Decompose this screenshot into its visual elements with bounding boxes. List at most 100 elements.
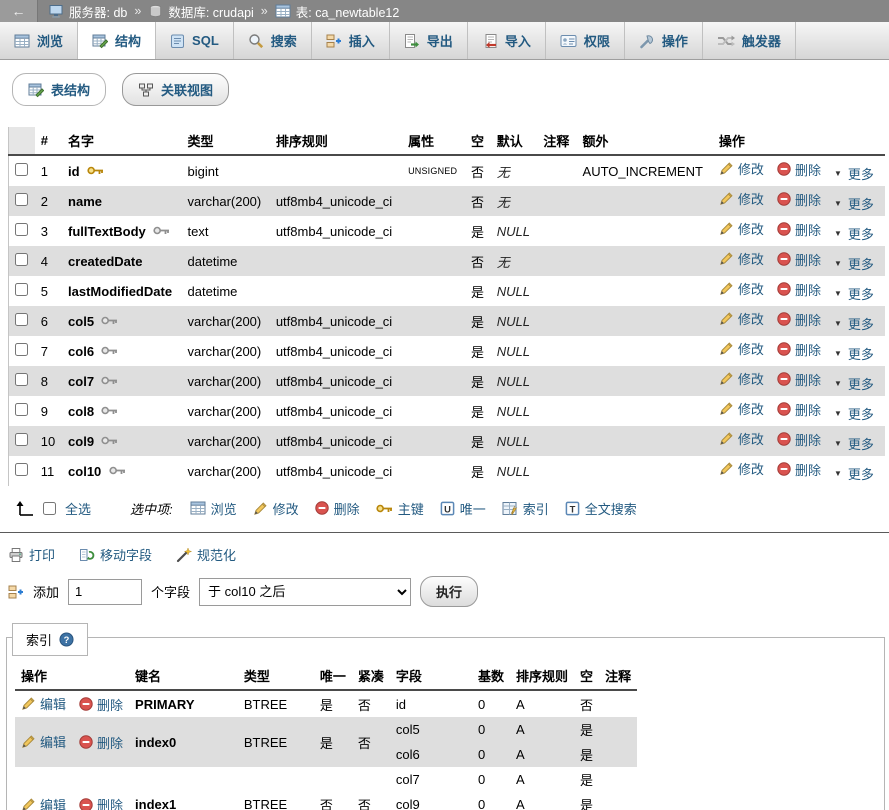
import-icon [482,33,498,49]
more-link[interactable]: ▼更多 [834,254,874,273]
change-link[interactable]: 修改 [719,369,764,388]
index-edit-link[interactable]: 编辑 [21,732,66,751]
check-all-link[interactable]: 全选 [65,499,91,518]
selected-action-browse[interactable]: 浏览 [190,499,237,518]
more-link[interactable]: ▼更多 [834,374,874,393]
change-link[interactable]: 修改 [719,219,764,238]
tool-print[interactable]: 打印 [8,545,55,564]
add-field-count-input[interactable] [68,579,142,605]
change-link[interactable]: 修改 [719,189,764,208]
more-link[interactable]: ▼更多 [834,224,874,243]
more-link[interactable]: ▼更多 [834,344,874,363]
back-button[interactable]: ← [0,0,38,22]
more-link[interactable]: ▼更多 [834,434,874,453]
column-collation: utf8mb4_unicode_ci [270,306,402,336]
row-checkbox[interactable] [15,433,28,446]
tab-table-structure[interactable]: 表结构 [12,73,106,106]
index-drop-link[interactable]: 删除 [79,695,123,714]
selected-action-primary[interactable]: 主键 [376,499,424,518]
drop-link[interactable]: 删除 [777,310,821,329]
change-link[interactable]: 修改 [719,399,764,418]
index-type: BTREE [238,690,314,717]
indexes-title: 索引 [26,630,52,649]
check-all-checkbox[interactable] [43,502,56,515]
table-icon [275,4,291,18]
selected-action-index[interactable]: 索引 [502,499,549,518]
drop-link[interactable]: 删除 [777,160,821,179]
tab-import[interactable]: 导入 [468,22,546,59]
tab-triggers[interactable]: 触发器 [703,22,796,59]
row-checkbox[interactable] [15,403,28,416]
tab-structure[interactable]: 结构 [78,22,156,59]
column-comment [537,306,576,336]
change-link[interactable]: 修改 [719,249,764,268]
change-link[interactable]: 修改 [719,429,764,448]
more-link[interactable]: ▼更多 [834,164,874,183]
breadcrumb-server[interactable]: 服务器: db [69,2,127,21]
selected-action-drop[interactable]: 删除 [315,499,360,518]
tab-export[interactable]: 导出 [390,22,468,59]
row-checkbox[interactable] [15,283,28,296]
drop-link[interactable]: 删除 [777,190,821,209]
row-checkbox[interactable] [15,373,28,386]
row-checkbox[interactable] [15,463,28,476]
row-number: 11 [35,456,62,486]
drop-link[interactable]: 删除 [777,250,821,269]
selected-action-fulltext[interactable]: T全文搜索 [565,499,637,518]
more-link[interactable]: ▼更多 [834,284,874,303]
tool-normalize[interactable]: 规范化 [176,545,236,564]
tab-relation-view[interactable]: 关联视图 [122,73,229,106]
index-edit-link[interactable]: 编辑 [21,694,66,713]
tab-insert[interactable]: 插入 [312,22,390,59]
go-button[interactable]: 执行 [420,576,478,607]
breadcrumb-table[interactable]: 表: ca_newtable12 [296,2,400,21]
header-checkbox-column [9,127,35,155]
row-checkbox[interactable] [15,253,28,266]
tab-browse[interactable]: 浏览 [0,22,78,59]
chevron-down-icon: ▼ [834,229,842,238]
more-link[interactable]: ▼更多 [834,404,874,423]
minus-icon [777,402,791,416]
breadcrumb-database[interactable]: 数据库: crudapi [168,2,253,21]
change-link[interactable]: 修改 [719,159,764,178]
more-link[interactable]: ▼更多 [834,194,874,213]
tab-operations[interactable]: 操作 [625,22,703,59]
column-null: 是 [465,336,491,366]
more-link[interactable]: ▼更多 [834,314,874,333]
drop-link[interactable]: 删除 [777,430,821,449]
change-link[interactable]: 修改 [719,339,764,358]
row-checkbox[interactable] [15,193,28,206]
tab-label: 搜索 [271,31,297,50]
index-drop-link[interactable]: 删除 [79,733,123,752]
selected-action-unique[interactable]: U唯一 [440,499,486,518]
row-number: 3 [35,216,62,246]
add-field-position-select[interactable]: 于 col10 之后 [199,578,411,606]
drop-link[interactable]: 删除 [777,460,821,479]
column-default: 无 [491,186,538,216]
row-checkbox[interactable] [15,343,28,356]
row-checkbox[interactable] [15,163,28,176]
row-checkbox[interactable] [15,223,28,236]
drop-link[interactable]: 删除 [777,400,821,419]
index-drop-link[interactable]: 删除 [79,795,123,810]
change-link[interactable]: 修改 [719,309,764,328]
column-default: NULL [491,276,538,306]
tool-move-columns[interactable]: 移动字段 [79,545,152,564]
index-null: 否 [574,690,599,717]
drop-link[interactable]: 删除 [777,340,821,359]
tab-search[interactable]: 搜索 [234,22,312,59]
index-edit-link[interactable]: 编辑 [21,795,66,810]
index-keyname: PRIMARY [129,690,238,717]
tab-sql[interactable]: SQL [156,22,234,59]
more-link[interactable]: ▼更多 [834,464,874,483]
row-checkbox[interactable] [15,313,28,326]
drop-link[interactable]: 删除 [777,370,821,389]
change-link[interactable]: 修改 [719,459,764,478]
selected-action-change[interactable]: 修改 [253,499,299,518]
drop-link[interactable]: 删除 [777,280,821,299]
drop-link[interactable]: 删除 [777,220,821,239]
column-null: 否 [465,246,491,276]
change-link[interactable]: 修改 [719,279,764,298]
help-icon[interactable]: ? [59,632,74,647]
tab-privileges[interactable]: 权限 [546,22,625,59]
